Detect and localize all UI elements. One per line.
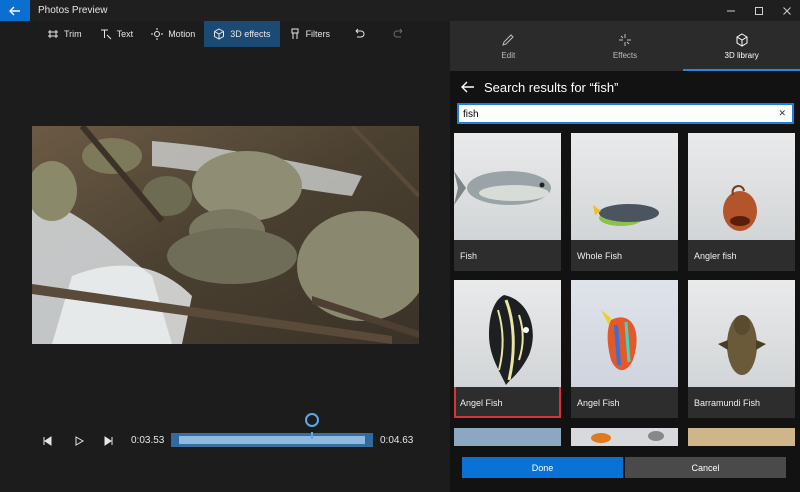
result-card-partial[interactable] <box>571 428 678 446</box>
partial-fish-image <box>591 431 664 443</box>
scrubber-handle[interactable] <box>305 413 319 427</box>
filter-icon <box>291 28 299 39</box>
previous-frame-button[interactable] <box>40 434 54 448</box>
result-thumbnail <box>688 133 795 240</box>
close-button[interactable] <box>774 0 800 21</box>
close-icon <box>783 6 791 15</box>
result-label: Fish <box>460 251 478 261</box>
trim-tool[interactable]: Trim <box>38 21 91 47</box>
search-back-button[interactable] <box>456 81 480 93</box>
redo-icon <box>393 28 403 38</box>
result-card[interactable]: Whole Fish <box>571 133 678 271</box>
search-input[interactable] <box>463 107 763 121</box>
result-thumbnail <box>688 280 795 387</box>
video-preview[interactable] <box>32 126 419 344</box>
cancel-button[interactable]: Cancel <box>625 457 786 478</box>
app-title: Photos Preview <box>38 5 108 16</box>
angel-fish-model-image <box>489 295 533 385</box>
tab-effects-label: Effects <box>612 50 638 60</box>
minimize-button[interactable] <box>718 0 744 21</box>
trim-label: Trim <box>64 29 82 39</box>
motion-icon <box>151 28 164 40</box>
barramundi-fish-model-image <box>718 315 766 375</box>
minimize-icon <box>727 10 735 11</box>
timeline-fill <box>179 436 365 444</box>
3d-effects-label: 3D effects <box>230 29 271 39</box>
filters-tool[interactable]: Filters <box>280 21 340 47</box>
result-label: Barramundi Fish <box>694 398 761 408</box>
panel-footer: Done Cancel <box>450 447 800 492</box>
result-thumbnail <box>454 280 561 387</box>
skip-forward-icon <box>104 436 113 446</box>
search-box: ✕ <box>457 103 794 124</box>
result-thumbnail <box>454 133 561 240</box>
result-thumbnail <box>571 280 678 387</box>
undo-button[interactable] <box>339 21 379 47</box>
tab-3d-library[interactable]: 3D library <box>683 21 800 71</box>
text-label: Text <box>116 29 134 39</box>
motion-tool[interactable]: Motion <box>142 21 204 47</box>
editor-area: Trim Text Motion 3D effects Filters 0:03… <box>0 21 450 492</box>
photos-app: Photos Preview Trim Text Motion 3D effec… <box>0 0 800 492</box>
trim-icon <box>48 30 58 38</box>
3d-effects-tool[interactable]: 3D effects <box>204 21 280 47</box>
back-button[interactable] <box>0 0 30 21</box>
result-label: Angler fish <box>694 251 737 261</box>
text-icon <box>100 29 112 40</box>
angler-fish-model-image <box>723 185 757 231</box>
playback-controls: 0:03.53 0:04.63 <box>0 426 450 456</box>
editor-toolbar: Trim Text Motion 3D effects Filters <box>38 21 419 47</box>
tab-edit[interactable]: Edit <box>450 21 567 71</box>
maximize-icon <box>755 6 763 15</box>
pencil-icon <box>502 33 515 46</box>
result-card[interactable]: Angler fish <box>688 133 795 271</box>
stream-image <box>32 126 419 344</box>
cube-icon <box>736 32 748 47</box>
result-card[interactable]: Fish <box>454 133 561 271</box>
fish-model-image <box>454 171 551 205</box>
play-icon <box>75 436 84 446</box>
result-card[interactable]: Angel Fish <box>571 280 678 418</box>
result-card-partial[interactable] <box>454 428 561 446</box>
filters-label: Filters <box>305 29 331 39</box>
result-card-partial[interactable] <box>688 428 795 446</box>
maximize-button[interactable] <box>746 0 772 21</box>
scrubber-line <box>311 432 313 439</box>
tab-3d-library-label: 3D library <box>724 50 759 60</box>
result-card[interactable]: Angel Fish <box>454 280 561 418</box>
current-time: 0:03.53 <box>131 435 165 446</box>
cube-icon <box>214 28 225 40</box>
play-button[interactable] <box>72 434 86 448</box>
result-label: Angel Fish <box>460 398 503 408</box>
timeline-track[interactable] <box>171 433 373 447</box>
result-label: Angel Fish <box>577 398 620 408</box>
trim-end-handle[interactable] <box>365 433 373 447</box>
clear-search-icon[interactable]: ✕ <box>778 108 786 119</box>
whole-fish-model-image <box>593 204 659 226</box>
redo-button[interactable] <box>379 21 419 47</box>
done-button[interactable]: Done <box>462 457 623 478</box>
motion-label: Motion <box>168 29 196 39</box>
trim-start-handle[interactable] <box>171 433 179 447</box>
skip-back-icon <box>43 436 52 446</box>
tab-edit-label: Edit <box>501 50 516 60</box>
text-tool[interactable]: Text <box>91 21 143 47</box>
next-frame-button[interactable] <box>102 434 116 448</box>
search-header: Search results for “fish” <box>450 71 800 103</box>
tab-effects[interactable]: Effects <box>567 21 684 71</box>
angel-fish-color-model-image <box>601 310 637 371</box>
undo-icon <box>355 28 365 38</box>
title-bar: Photos Preview <box>0 0 800 21</box>
result-label: Whole Fish <box>577 251 623 261</box>
arrow-left-icon <box>9 6 20 15</box>
result-thumbnail <box>571 133 678 240</box>
end-time: 0:04.63 <box>380 435 414 446</box>
panel-tabs: Edit Effects 3D library <box>450 21 800 71</box>
arrow-left-icon <box>461 81 474 93</box>
search-results-title: Search results for “fish” <box>484 79 619 95</box>
result-card[interactable]: Barramundi Fish <box>688 280 795 418</box>
sparkle-icon <box>618 33 631 46</box>
